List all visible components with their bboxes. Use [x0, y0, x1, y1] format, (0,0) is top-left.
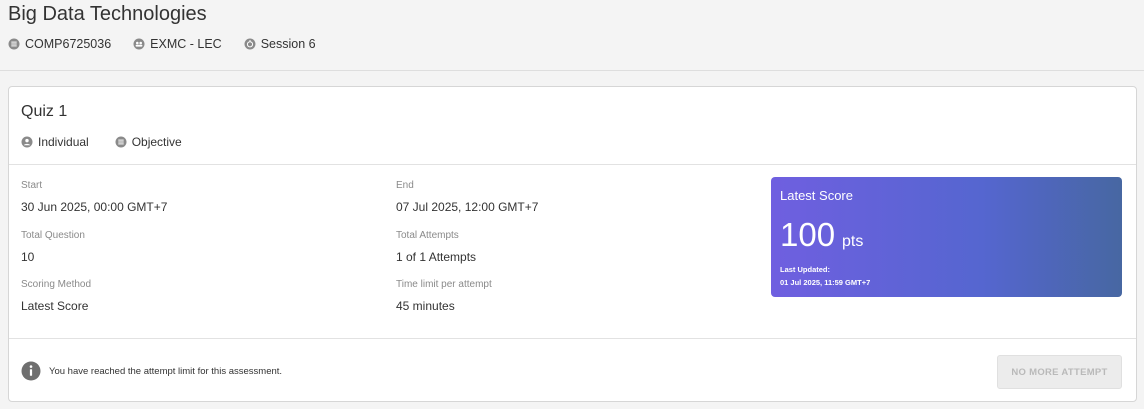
no-more-attempt-button[interactable]: NO MORE ATTEMPT	[997, 355, 1122, 389]
score-unit: pts	[842, 233, 864, 250]
score-updated-value: 01 Jul 2025, 11:59 GMT+7	[780, 278, 871, 287]
course-title: Big Data Technologies	[8, 3, 207, 25]
total-attempts-label: Total Attempts	[396, 230, 459, 241]
quiz-meta: Individual Objective	[21, 135, 208, 149]
quiz-category: Objective	[115, 135, 182, 149]
course-meta: COMP6725036 EXMC - LEC Session 6	[8, 37, 338, 51]
total-attempts-value: 1 of 1 Attempts	[396, 250, 477, 264]
divider	[9, 338, 1136, 339]
notice-text: You have reached the attempt limit for t…	[49, 365, 283, 377]
time-limit-field: Time limit per attempt 45 minutes	[396, 279, 492, 313]
course-header: Big Data Technologies COMP6725036 EXMC -…	[0, 0, 1144, 71]
total-question-value: 10	[21, 250, 35, 264]
course-code: COMP6725036	[8, 37, 111, 51]
latest-score-card: Latest Score 100 pts Last Updated: 01 Ju…	[771, 177, 1122, 297]
course-session-label: Session 6	[260, 37, 316, 51]
end-value: 07 Jul 2025, 12:00 GMT+7	[396, 200, 539, 214]
time-limit-value: 45 minutes	[396, 299, 455, 313]
total-question-label: Total Question	[21, 230, 85, 241]
quiz-title: Quiz 1	[21, 103, 68, 120]
attempt-limit-notice: You have reached the attempt limit for t…	[21, 361, 282, 381]
total-attempts-field: Total Attempts 1 of 1 Attempts	[396, 230, 476, 264]
list-icon	[8, 38, 20, 50]
score-updated-label: Last Updated:	[780, 265, 831, 274]
scoring-method-field: Scoring Method Latest Score	[21, 279, 91, 313]
end-label: End	[396, 180, 414, 191]
end-field: End 07 Jul 2025, 12:00 GMT+7	[396, 180, 538, 214]
info-icon	[21, 361, 41, 381]
course-session: Session 6	[244, 37, 316, 51]
quiz-type-label: Individual	[38, 135, 89, 149]
course-class-label: EXMC - LEC	[150, 37, 222, 51]
start-value: 30 Jun 2025, 00:00 GMT+7	[21, 200, 168, 214]
score-title: Latest Score	[780, 188, 853, 203]
scoring-method-value: Latest Score	[21, 299, 89, 313]
quiz-category-label: Objective	[131, 135, 182, 149]
scoring-method-label: Scoring Method	[21, 279, 92, 290]
score-value: 100	[780, 216, 836, 253]
quiz-type: Individual	[21, 135, 89, 149]
course-code-label: COMP6725036	[25, 37, 112, 51]
group-icon	[133, 38, 145, 50]
person-icon	[21, 136, 33, 148]
divider	[9, 164, 1136, 165]
start-label: Start	[21, 180, 43, 191]
course-class: EXMC - LEC	[133, 37, 222, 51]
start-field: Start 30 Jun 2025, 00:00 GMT+7	[21, 180, 167, 214]
time-limit-label: Time limit per attempt	[396, 279, 492, 290]
total-question-field: Total Question 10	[21, 230, 85, 264]
list-icon	[115, 136, 127, 148]
quiz-card: Quiz 1 Individual Objective Start 30 Jun…	[8, 86, 1137, 402]
session-icon	[244, 38, 256, 50]
